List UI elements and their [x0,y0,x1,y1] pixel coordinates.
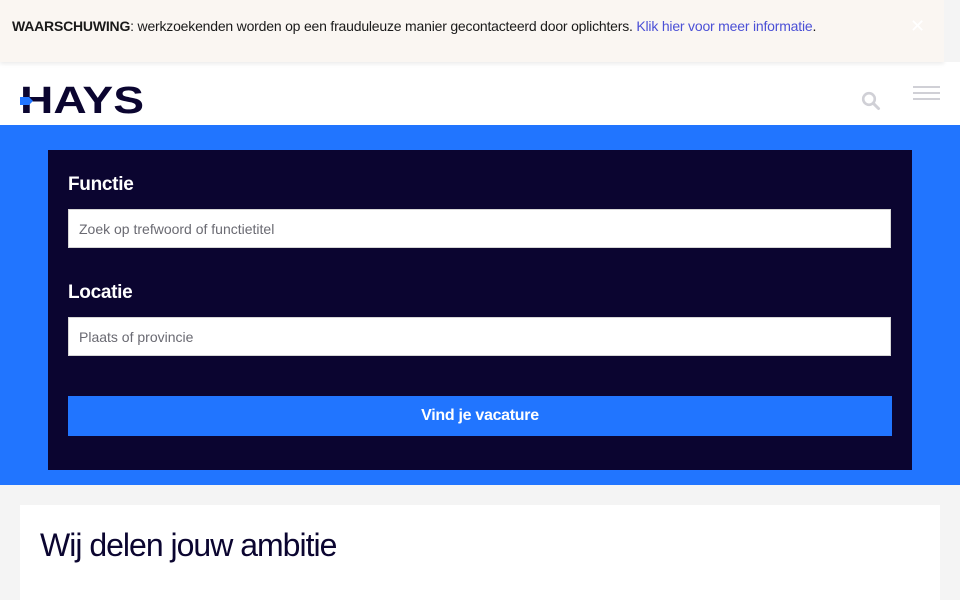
menu-bar [913,98,940,100]
location-label: Locatie [68,282,133,303]
hero-search-section: Functie Locatie Vind je vacature [0,125,960,485]
section-heading: Wij delen jouw ambitie [40,527,337,563]
warning-label: WAARSCHUWING [12,18,131,34]
warning-text: WAARSCHUWING: werkzoekenden worden op ee… [12,18,816,34]
search-icon[interactable] [861,91,881,111]
warning-message: : werkzoekenden worden op een frauduleuz… [130,18,637,34]
menu-bar [913,92,940,94]
find-vacancy-button[interactable]: Vind je vacature [68,396,892,436]
hamburger-menu-icon[interactable] [913,86,941,104]
job-search-form: Functie Locatie Vind je vacature [48,150,912,470]
menu-bar [913,86,940,88]
warning-banner: WAARSCHUWING: werkzoekenden worden op ee… [0,0,944,62]
job-label: Functie [68,174,134,195]
logo-text: HAYS [20,82,144,116]
scrollbar-strip [944,0,960,62]
more-info-link[interactable]: Klik hier voor meer informatie [636,18,812,34]
warning-suffix: . [812,18,817,34]
hays-logo[interactable]: HAYS [20,82,145,116]
close-icon[interactable]: ✕ [910,14,925,38]
location-input[interactable] [68,317,891,356]
site-header: HAYS [0,62,960,125]
job-search-input[interactable] [68,209,891,248]
content-card: Wij delen jouw ambitie [20,505,940,600]
